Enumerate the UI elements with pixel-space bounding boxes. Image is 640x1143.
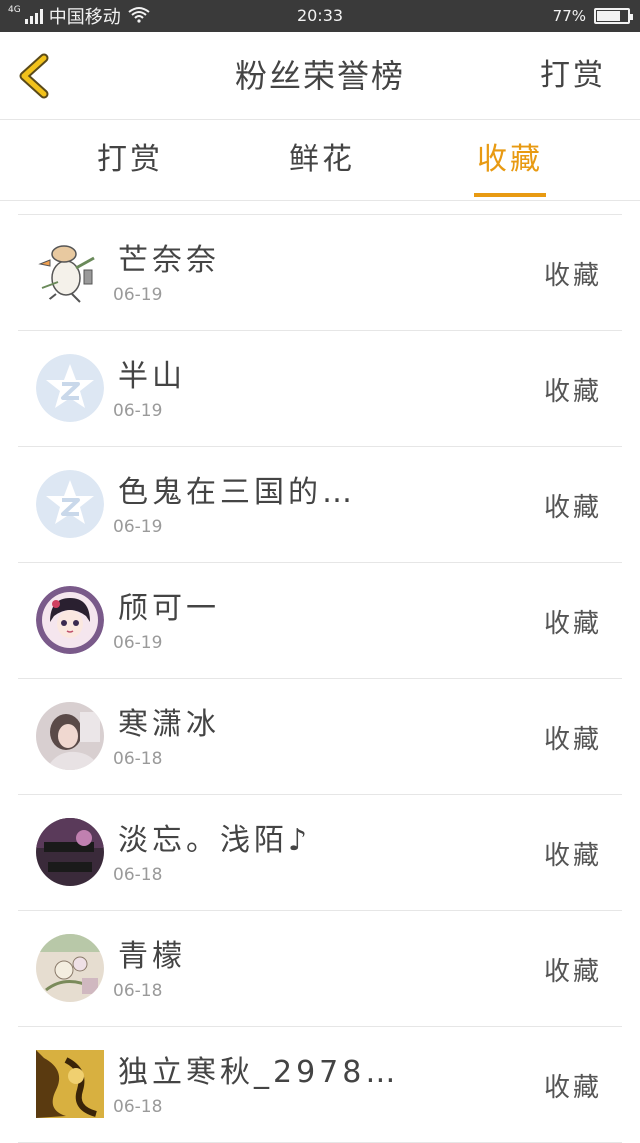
fan-date: 06-19 [113, 633, 163, 653]
status-bar: 4G 中国移动 20:33 77% [0, 0, 640, 32]
clock: 20:33 [296, 6, 344, 25]
list-item[interactable]: 青檬 06-18 收藏 [18, 911, 622, 1027]
reward-button[interactable]: 打赏 [540, 32, 606, 120]
list-item[interactable]: 独立寒秋_2978… 06-18 收藏 [18, 1027, 622, 1143]
list-item[interactable]: 颀可一 06-19 收藏 [18, 563, 622, 679]
fan-date: 06-18 [113, 981, 163, 1001]
favorite-label: 收藏 [543, 493, 602, 523]
tab-favorites[interactable]: 收藏 [450, 121, 570, 201]
fan-name: 芒奈奈 [118, 243, 220, 278]
fan-name: 颀可一 [118, 591, 220, 626]
status-right: 77% [552, 0, 633, 32]
list-item[interactable]: 寒潇冰 06-18 收藏 [18, 679, 622, 795]
tab-bar: 打赏 鲜花 收藏 [0, 121, 640, 201]
fan-date: 06-18 [113, 865, 163, 885]
default-qq-avatar [36, 470, 104, 538]
favorite-label: 收藏 [543, 841, 602, 871]
fan-date: 06-19 [113, 517, 163, 537]
dark-text-avatar [36, 818, 104, 886]
favorite-label: 收藏 [543, 609, 602, 639]
fan-date: 06-18 [113, 749, 163, 769]
fan-date: 06-19 [113, 285, 163, 305]
nav-bar: 粉丝荣誉榜 打赏 [0, 32, 640, 120]
fan-name: 淡忘。浅陌♪ [118, 823, 312, 858]
list-item[interactable]: 芒奈奈 06-19 收藏 [18, 215, 622, 331]
photo-girl-avatar [36, 702, 104, 770]
fan-name: 寒潇冰 [118, 707, 220, 742]
battery-level [597, 11, 621, 21]
favorite-label: 收藏 [543, 1073, 602, 1103]
list-item[interactable]: 色鬼在三国的… 06-19 收藏 [18, 447, 622, 563]
tab-flowers[interactable]: 鲜花 [262, 121, 382, 201]
gold-sculpture-avatar [36, 1050, 104, 1118]
fan-list: 芒奈奈 06-19 收藏 半山 06-19 收藏 色鬼在三国的… 06-19 收… [18, 214, 622, 1143]
active-tab-indicator [474, 193, 546, 197]
battery-percent: 77% [552, 7, 586, 25]
fan-name: 色鬼在三国的… [118, 475, 356, 510]
fan-name: 青檬 [118, 939, 186, 974]
default-qq-avatar [36, 354, 104, 422]
flower-avatar [36, 934, 104, 1002]
fan-date: 06-18 [113, 1097, 163, 1117]
battery-icon [594, 8, 633, 24]
fan-name: 独立寒秋_2978… [118, 1055, 400, 1090]
list-item[interactable]: 半山 06-19 收藏 [18, 331, 622, 447]
cartoon-duck-avatar [36, 238, 104, 306]
list-item[interactable]: 淡忘。浅陌♪ 06-18 收藏 [18, 795, 622, 911]
fan-name: 半山 [118, 359, 186, 394]
favorite-label: 收藏 [543, 725, 602, 755]
favorite-label: 收藏 [543, 377, 602, 407]
fan-date: 06-19 [113, 401, 163, 421]
tab-reward[interactable]: 打赏 [70, 121, 190, 201]
favorite-label: 收藏 [543, 957, 602, 987]
favorite-label: 收藏 [543, 261, 602, 291]
anime-girl-avatar [36, 586, 104, 654]
